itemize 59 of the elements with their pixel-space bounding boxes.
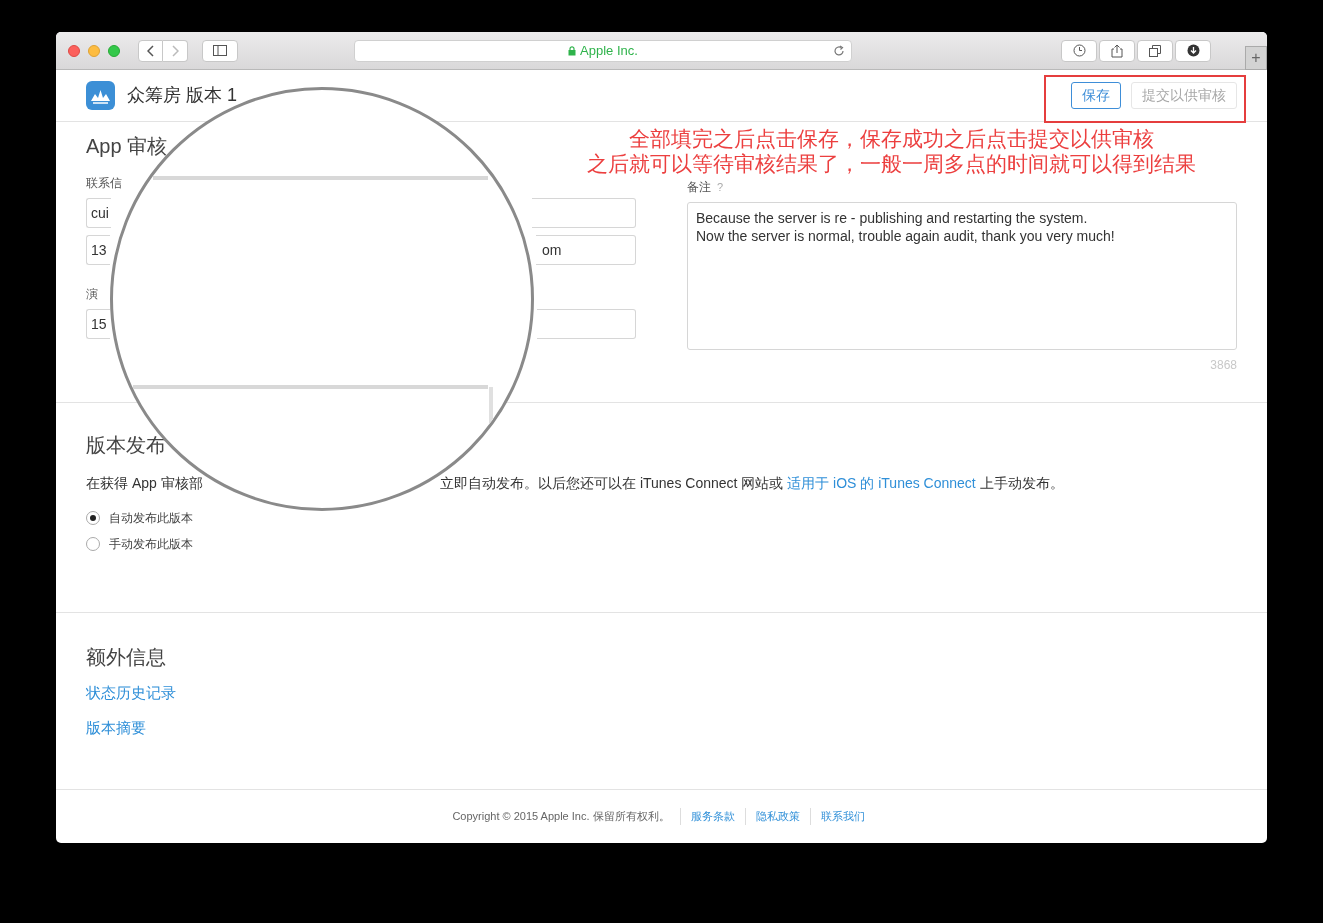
- app-logo-icon: [86, 81, 115, 110]
- input-field[interactable]: 15: [86, 309, 110, 339]
- input-field[interactable]: 13: [86, 235, 110, 265]
- footer-link[interactable]: 隐私政策: [744, 808, 810, 825]
- radio-button[interactable]: [86, 537, 100, 551]
- tabs-icon: [1149, 44, 1161, 57]
- field-text: 15: [91, 314, 107, 334]
- field-text: om: [542, 240, 562, 260]
- input-field[interactable]: [537, 309, 636, 339]
- section-heading: 版本发布: [86, 433, 167, 458]
- annotation-text: 全部填完之后点击保存，保存成功之后点击提交以供审核: [628, 126, 1154, 151]
- field-label: 备注: [687, 179, 711, 196]
- input-field[interactable]: om: [536, 235, 636, 265]
- info-link[interactable]: 版本摘要: [86, 718, 146, 738]
- section-heading: 额外信息: [86, 645, 167, 670]
- field-text: 13: [91, 240, 107, 260]
- save-button[interactable]: 保存: [1071, 82, 1121, 109]
- chevron-left-icon: [146, 44, 155, 57]
- address-text: Apple Inc.: [580, 41, 638, 60]
- clock-icon: [1072, 44, 1086, 57]
- info-link[interactable]: 状态历史记录: [86, 683, 176, 703]
- share-icon: [1111, 43, 1123, 58]
- minimize-window-icon[interactable]: [88, 44, 100, 57]
- sidebar-button[interactable]: [202, 39, 238, 62]
- notes-text: Because the server is re - publishing and restarting the system. Now the server is normal, trouble again audit, thank you very much!: [696, 209, 1116, 245]
- new-tab-button[interactable]: +: [1245, 46, 1267, 70]
- close-window-icon[interactable]: [68, 44, 80, 57]
- reload-icon[interactable]: [833, 44, 845, 57]
- itunes-connect-link[interactable]: 适用于 iOS 的 iTunes Connect: [787, 473, 976, 493]
- release-option[interactable]: 手动发布此版本: [86, 535, 193, 553]
- field-label: 演: [86, 286, 98, 303]
- download-icon: [1186, 44, 1200, 57]
- sidebar-icon: [213, 45, 227, 56]
- release-description: 在获得 App 审核部: [86, 474, 203, 493]
- notes-textarea[interactable]: Because the server is re - publishing and restarting the system. Now the server is normal, trouble again audit, thank you very much!: [687, 202, 1237, 350]
- forward-button[interactable]: [163, 39, 188, 62]
- section-heading: App 审核: [86, 134, 169, 159]
- zoom-window-icon[interactable]: [108, 44, 120, 57]
- download-button[interactable]: [1175, 39, 1211, 62]
- release-option[interactable]: 自动发布此版本: [86, 509, 193, 527]
- annotation-text: 之后就可以等待审核结果了，一般一周多点的时间就可以得到结果: [586, 151, 1196, 176]
- page-title: 众筹房 版本 1: [127, 84, 237, 107]
- release-description: 上手动发布。: [978, 474, 1064, 493]
- radio-button[interactable]: [86, 511, 100, 525]
- copyright-text: Copyright © 2015 Apple Inc. 保留所有权利。: [452, 809, 671, 825]
- chevron-right-icon: [171, 44, 179, 57]
- footer-link[interactable]: 服务条款: [679, 808, 745, 825]
- help-icon[interactable]: ?: [717, 178, 724, 196]
- lock-icon: [568, 45, 577, 56]
- input-field[interactable]: cui: [86, 198, 111, 228]
- history-button[interactable]: [1061, 39, 1097, 62]
- address-bar[interactable]: Apple Inc.: [354, 39, 852, 62]
- tabs-button[interactable]: [1137, 39, 1173, 62]
- field-label: 联系信: [86, 175, 122, 192]
- release-description: 立即自动发布。以后您还可以在 iTunes Connect 网站或: [440, 474, 785, 493]
- field-text: cui: [91, 203, 109, 223]
- footer-link[interactable]: 联系我们: [809, 808, 875, 825]
- back-button[interactable]: [138, 39, 163, 62]
- input-field[interactable]: [532, 198, 636, 228]
